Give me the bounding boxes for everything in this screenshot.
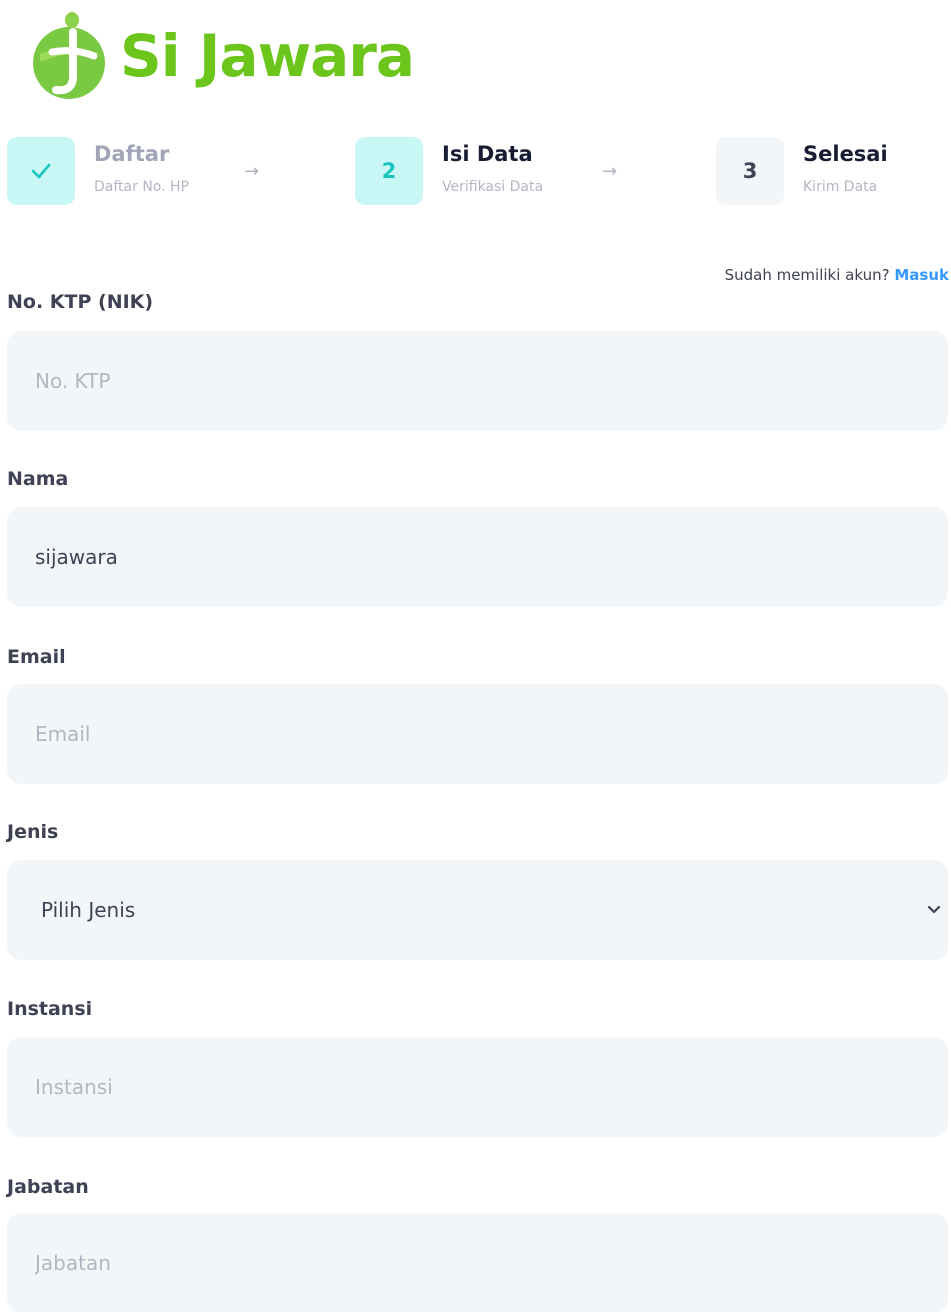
registration-page: Si Jawara Daftar Daftar No. HP → 2 Isi D… [0,0,951,1312]
check-icon [31,163,51,179]
brand-name: Si Jawara [120,22,415,90]
login-link[interactable]: Masuk [894,266,949,284]
login-prompt-text: Sudah memiliki akun? [724,266,890,284]
step-subtitle: Daftar No. HP [94,179,189,195]
step-subtitle: Kirim Data [803,179,878,195]
step-daftar: Daftar Daftar No. HP [7,137,189,205]
jabatan-input[interactable] [7,1213,948,1312]
jenis-label: Jenis [7,821,59,843]
chevron-down-icon [927,905,941,914]
jenis-selected-value: Pilih Jenis [41,898,136,922]
arrow-right-icon: → [244,161,260,182]
ktp-input[interactable] [7,331,948,431]
registration-stepper: Daftar Daftar No. HP → 2 Isi Data Verifi… [0,137,951,209]
step-title: Selesai [803,142,888,166]
instansi-input[interactable] [7,1037,948,1137]
jenis-select[interactable]: Pilih Jenis [7,860,948,960]
brand-logo: Si Jawara [30,12,415,100]
step-badge: 3 [716,137,784,205]
nama-label: Nama [7,468,69,490]
instansi-label: Instansi [7,998,93,1020]
step-subtitle: Verifikasi Data [442,179,544,195]
nama-input[interactable] [7,507,948,607]
step-badge: 2 [355,137,423,205]
email-label: Email [7,646,66,668]
ktp-label: No. KTP (NIK) [7,291,154,313]
email-input[interactable] [7,684,948,784]
step-badge [7,137,75,205]
si-jawara-logo-icon [33,12,105,99]
login-prompt: Sudah memiliki akun? Masuk [725,266,949,284]
step-selesai: 3 Selesai Kirim Data [716,137,888,205]
step-title: Daftar [94,142,170,166]
jabatan-label: Jabatan [7,1176,89,1198]
arrow-right-icon: → [602,161,618,182]
step-title: Isi Data [442,142,533,166]
step-isi-data: 2 Isi Data Verifikasi Data [355,137,543,205]
